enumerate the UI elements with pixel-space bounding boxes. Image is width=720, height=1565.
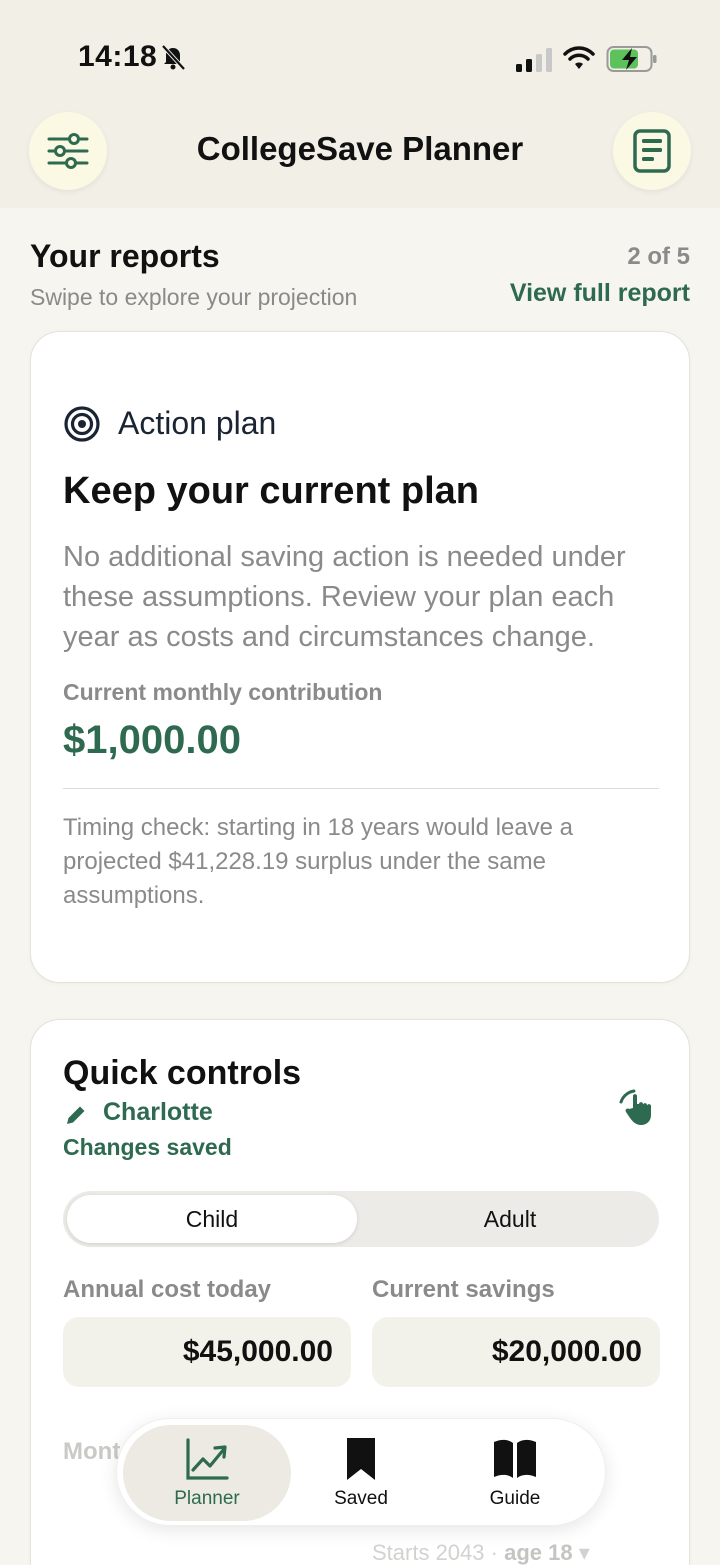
profile-type-toggle[interactable]: Child Adult [63,1191,659,1247]
bell-muted-icon [161,44,186,71]
section-label: Action plan [118,405,277,441]
bottom-tab-bar: Planner Saved Guide [116,1418,606,1526]
action-description: No additional saving action is needed un… [63,541,626,653]
signal-icon [516,48,552,72]
quick-controls-title: Quick controls [63,1054,302,1092]
action-heading: Keep your current plan [63,470,479,512]
battery-charging-icon [606,46,657,72]
profile-name[interactable]: Charlotte [103,1098,213,1127]
action-plan-card[interactable]: Action plan Keep your current plan No ad… [30,331,690,983]
app-title: CollegeSave Planner [196,130,524,167]
annual-cost-input[interactable]: $45,000.00 [63,1317,351,1387]
current-savings-label: Current savings [372,1276,555,1303]
target-icon [64,406,100,442]
status-time: 14:18 [78,40,158,73]
reports-subtitle: Swipe to explore your projection [30,284,358,310]
current-savings-input[interactable]: $20,000.00 [372,1317,660,1387]
reports-title: Your reports [30,238,220,274]
filters-button[interactable] [29,112,107,190]
pencil-icon[interactable] [63,1102,89,1128]
segment-adult[interactable]: Adult [365,1195,655,1243]
divider [63,788,659,789]
contribution-value: $1,000.00 [63,718,241,762]
tab-planner[interactable]: Planner [123,1425,291,1521]
book-icon [494,1439,536,1478]
segment-child[interactable]: Child [67,1195,357,1243]
bookmark-icon [347,1438,375,1480]
tab-guide[interactable]: Guide [431,1425,599,1521]
report-button[interactable] [613,112,691,190]
contribution-label: Current monthly contribution [63,679,383,705]
sliders-icon [47,133,89,169]
wifi-icon [563,46,595,69]
start-year-text: Starts 2043 · [372,1540,498,1565]
tab-guide-label: Guide [489,1488,541,1509]
annual-cost-label: Annual cost today [63,1276,272,1303]
swipe-hand-icon [619,1089,651,1125]
start-info-partial: Starts 2043 · age 18 ▾ [372,1540,590,1565]
save-status: Changes saved [63,1134,232,1160]
top-bar [0,0,720,208]
timing-note: Timing check: starting in 18 years would… [63,814,574,909]
tab-planner-label: Planner [174,1488,240,1509]
start-age-text[interactable]: age 18 [504,1540,573,1565]
view-full-report-link[interactable]: View full report [510,279,690,308]
tab-saved-label: Saved [334,1488,388,1509]
monthly-label-partial: Mont [63,1438,121,1465]
report-page-counter: 2 of 5 [627,243,690,270]
chart-trend-icon [186,1438,229,1480]
tab-saved[interactable]: Saved [277,1425,445,1521]
document-icon [633,129,671,173]
